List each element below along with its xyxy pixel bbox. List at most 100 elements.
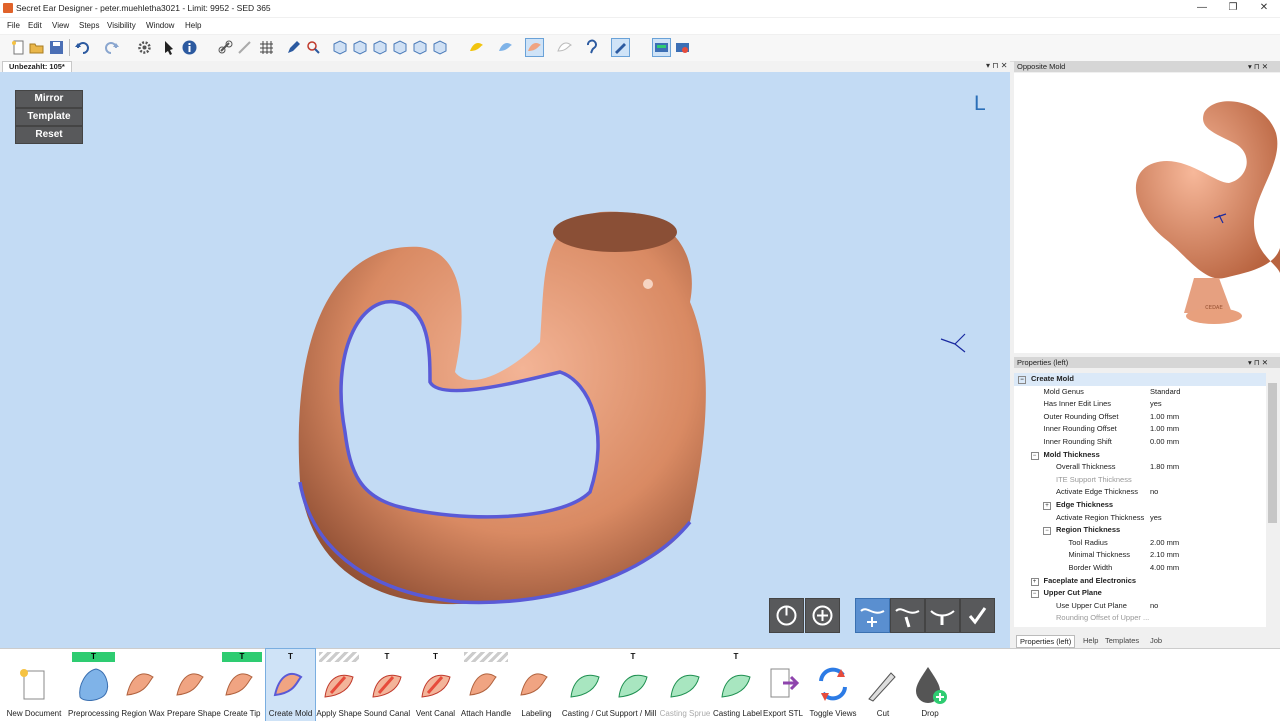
view-back-icon[interactable] (351, 39, 368, 56)
property-value[interactable]: 2.00 mm (1150, 537, 1179, 550)
mold-panel-dock-controls[interactable]: ▾ ⊓ ✕ (1248, 61, 1268, 72)
restore-button[interactable]: ❐ (1218, 1, 1248, 15)
link-icon[interactable] (217, 39, 234, 56)
workflow-step[interactable]: Region Wax (119, 649, 167, 721)
display-icon[interactable] (652, 38, 671, 57)
save-icon[interactable] (48, 39, 65, 56)
workflow-step[interactable]: New Document (0, 649, 68, 721)
minimize-button[interactable]: — (1187, 1, 1217, 15)
property-row[interactable]: Border Width 4.00 mm (1014, 562, 1266, 575)
property-row[interactable]: Activate Region Thickness yes (1014, 512, 1266, 525)
property-row[interactable]: − Create Mold (1014, 373, 1266, 386)
expand-toggle-icon[interactable]: − (1030, 451, 1039, 460)
new-file-icon[interactable] (10, 39, 27, 56)
property-row[interactable]: Has Inner Edit Lines yes (1014, 398, 1266, 411)
properties-scrollbar[interactable] (1266, 373, 1279, 631)
workflow-step[interactable]: T Preprocessing (68, 649, 119, 721)
property-value[interactable]: 2.10 mm (1150, 549, 1179, 562)
view-left-icon[interactable] (411, 39, 428, 56)
property-value[interactable]: 4.00 mm (1150, 562, 1179, 575)
workflow-step[interactable]: Casting Sprue (657, 649, 713, 721)
measure-icon[interactable] (236, 39, 253, 56)
workflow-step[interactable]: T Support / Mill (609, 649, 657, 721)
workflow-step[interactable]: T Casting Label (713, 649, 762, 721)
property-value[interactable]: 0.00 mm (1150, 436, 1179, 449)
property-row[interactable]: Tool Radius 2.00 mm (1014, 537, 1266, 550)
expand-toggle-icon[interactable]: − (1030, 590, 1039, 599)
workflow-step[interactable]: T Sound Canal (363, 649, 411, 721)
property-value[interactable]: yes (1150, 398, 1162, 411)
workflow-step[interactable]: Cut (859, 649, 907, 721)
close-button[interactable]: ✕ (1249, 1, 1279, 15)
tab-templates[interactable]: Templates (1102, 635, 1142, 646)
property-row[interactable]: + Edge Thickness (1014, 499, 1266, 512)
workflow-step[interactable]: Prepare Shape (167, 649, 221, 721)
property-value[interactable]: 1.00 mm (1150, 423, 1179, 436)
white-shell-icon[interactable] (556, 39, 573, 56)
view-bottom-icon[interactable] (391, 39, 408, 56)
grid-icon[interactable] (258, 39, 275, 56)
property-row[interactable]: +Cavity Plane (1014, 625, 1266, 627)
move-line-tool-icon[interactable] (890, 598, 925, 633)
property-row[interactable]: Overall Thickness 1.80 mm (1014, 461, 1266, 474)
zoom-icon[interactable] (305, 39, 322, 56)
tab-properties[interactable]: Properties (left) (1016, 635, 1076, 648)
workflow-step[interactable]: Attach Handle (460, 649, 512, 721)
settings-gear-icon[interactable] (136, 39, 153, 56)
property-value[interactable]: Standard (1150, 386, 1180, 399)
property-value[interactable]: 1.80 mm (1150, 461, 1179, 474)
orange-shell-icon[interactable] (525, 38, 544, 57)
scroll-thumb[interactable] (1268, 383, 1277, 523)
tab-help[interactable]: Help (1080, 635, 1101, 646)
expand-toggle-icon[interactable]: + (1030, 577, 1039, 586)
workflow-step[interactable]: Toggle Views (807, 649, 859, 721)
blue-shell-icon[interactable] (497, 39, 514, 56)
menu-help[interactable]: Help (185, 21, 201, 30)
pen-icon[interactable] (285, 39, 302, 56)
property-row[interactable]: Outer Rounding Offset 1.00 mm (1014, 411, 1266, 424)
menu-file[interactable]: File (7, 21, 20, 30)
workflow-step[interactable]: T Vent Canal (411, 649, 460, 721)
property-row[interactable]: + Faceplate and Electronics (1014, 575, 1266, 588)
viewport-dock-controls[interactable]: ▾ ⊓ ✕ (986, 61, 1007, 70)
menu-edit[interactable]: Edit (28, 21, 42, 30)
menu-window[interactable]: Window (146, 21, 174, 30)
ear-mold-model[interactable] (0, 72, 1010, 648)
tab-job[interactable]: Job (1147, 635, 1165, 646)
expand-toggle-icon[interactable]: + (1043, 502, 1051, 510)
property-row[interactable]: Minimal Thickness 2.10 mm (1014, 549, 1266, 562)
redo-icon[interactable] (103, 39, 120, 56)
view-top-icon[interactable] (371, 39, 388, 56)
menu-visibility[interactable]: Visibility (107, 21, 136, 30)
opposite-mold-view[interactable]: ᴄᴇᴅᴀᴇ (1014, 73, 1280, 353)
tool-mode-icon[interactable] (611, 38, 630, 57)
property-row[interactable]: Use Upper Cut Plane no (1014, 600, 1266, 613)
info-icon[interactable] (181, 39, 198, 56)
property-row[interactable]: Inner Rounding Offset 1.00 mm (1014, 423, 1266, 436)
expand-toggle-icon[interactable]: − (1043, 527, 1051, 536)
view-right-icon[interactable] (431, 39, 448, 56)
property-value[interactable]: no (1150, 486, 1158, 499)
property-row[interactable]: Activate Edge Thickness no (1014, 486, 1266, 499)
open-folder-icon[interactable] (28, 39, 45, 56)
workflow-step[interactable]: T Create Tip (218, 649, 266, 721)
workflow-step[interactable]: Casting / Cut (561, 649, 609, 721)
record-icon[interactable] (674, 39, 691, 56)
undo-icon[interactable] (74, 39, 91, 56)
add-line-tool-icon[interactable] (855, 598, 890, 633)
props-panel-dock-controls[interactable]: ▾ ⊓ ✕ (1248, 357, 1268, 368)
workflow-step[interactable]: Drop (907, 649, 953, 721)
view-front-icon[interactable] (331, 39, 348, 56)
property-row[interactable]: Inner Rounding Shift 0.00 mm (1014, 436, 1266, 449)
menu-view[interactable]: View (52, 21, 69, 30)
rotate-tool-icon[interactable] (769, 598, 804, 633)
property-row[interactable]: − Region Thickness (1014, 524, 1266, 537)
yellow-shell-icon[interactable] (468, 39, 485, 56)
add-point-tool-icon[interactable] (805, 598, 840, 633)
confirm-check-icon[interactable] (960, 598, 995, 633)
workflow-step[interactable]: Apply Shape (315, 649, 363, 721)
property-value[interactable]: 1.00 mm (1150, 411, 1179, 424)
property-value[interactable]: no (1150, 600, 1158, 613)
property-row[interactable]: Mold Genus Standard (1014, 386, 1266, 399)
drag-line-tool-icon[interactable] (925, 598, 960, 633)
